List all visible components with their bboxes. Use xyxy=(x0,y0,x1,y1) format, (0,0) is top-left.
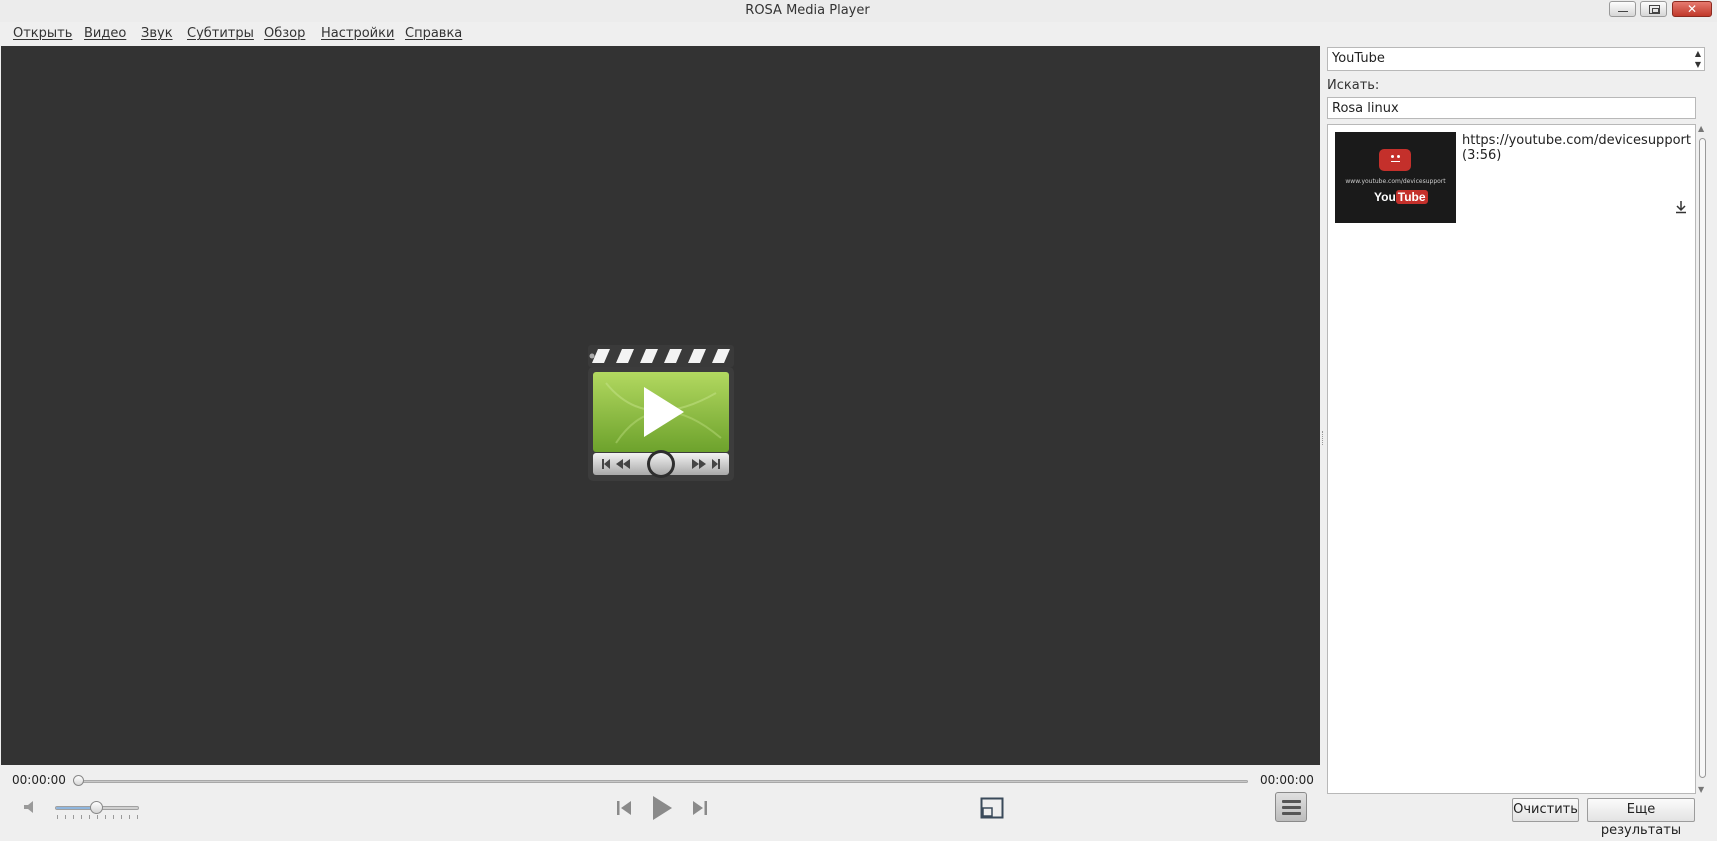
updown-arrows-icon: ▲ ▼ xyxy=(1694,49,1701,69)
menu-browse[interactable]: Обзор xyxy=(264,26,305,41)
menu-bar: Открыть Видео Звук Субтитры Обзор Настро… xyxy=(0,22,1717,46)
total-time: 00:00:00 xyxy=(1260,773,1314,787)
more-results-button[interactable]: Еще результаты xyxy=(1587,798,1695,838)
scroll-up-icon[interactable]: ▲ xyxy=(1698,124,1704,133)
volume-handle[interactable] xyxy=(90,801,103,814)
seek-bar[interactable] xyxy=(76,780,1248,783)
result-title[interactable]: https://youtube.com/devicesupport (3:56) xyxy=(1462,133,1691,163)
search-input[interactable] xyxy=(1327,97,1696,119)
seek-handle[interactable] xyxy=(73,775,84,786)
menu-help[interactable]: Справка xyxy=(405,26,462,41)
result-duration: (3:56) xyxy=(1462,148,1502,163)
maximize-icon xyxy=(1649,5,1660,14)
title-bar: ROSA Media Player ✕ xyxy=(0,0,1717,22)
download-icon[interactable] xyxy=(1675,200,1687,214)
results-list[interactable]: www.youtube.com/devicesupport You Tube ht… xyxy=(1327,124,1696,794)
menu-audio[interactable]: Звук xyxy=(141,26,173,41)
menu-subtitles[interactable]: Субтитры xyxy=(187,26,254,41)
current-time: 00:00:00 xyxy=(12,773,66,787)
close-icon: ✕ xyxy=(1686,2,1698,16)
clear-button[interactable]: Очистить xyxy=(1512,798,1579,822)
scroll-down-icon[interactable]: ▼ xyxy=(1698,785,1704,794)
source-select[interactable]: YouTube ▲ ▼ xyxy=(1327,47,1705,71)
result-thumbnail[interactable]: www.youtube.com/devicesupport You Tube xyxy=(1335,132,1456,223)
search-label: Искать: xyxy=(1327,78,1380,93)
splitter-grip-icon xyxy=(1322,431,1325,445)
scroll-thumb[interactable] xyxy=(1699,138,1706,778)
previous-icon[interactable] xyxy=(614,798,634,818)
menu-video[interactable]: Видео xyxy=(84,26,126,41)
video-area[interactable] xyxy=(1,46,1320,765)
play-icon[interactable] xyxy=(650,794,674,822)
minimize-icon xyxy=(1618,11,1628,12)
menu-settings[interactable]: Настройки xyxy=(321,26,394,41)
result-item[interactable]: www.youtube.com/devicesupport You Tube ht… xyxy=(1335,132,1691,224)
youtube-logo: You Tube xyxy=(1374,190,1428,204)
maximize-button[interactable] xyxy=(1640,1,1667,17)
panel-splitter[interactable] xyxy=(1320,46,1326,832)
youtube-sad-icon xyxy=(1379,149,1411,171)
window-title: ROSA Media Player xyxy=(745,3,870,18)
compact-mode-icon[interactable] xyxy=(980,797,1004,819)
player-logo-icon xyxy=(588,345,734,481)
speaker-icon[interactable] xyxy=(22,799,38,815)
results-scrollbar[interactable]: ▲ ▼ xyxy=(1697,124,1708,794)
minimize-button[interactable] xyxy=(1609,1,1636,17)
next-icon[interactable] xyxy=(690,798,710,818)
source-select-value: YouTube xyxy=(1332,51,1385,66)
volume-ticks xyxy=(57,815,139,819)
menu-open[interactable]: Открыть xyxy=(13,26,72,41)
thumbnail-url-text: www.youtube.com/devicesupport xyxy=(1345,178,1446,185)
result-url: https://youtube.com/devicesupport xyxy=(1462,133,1691,148)
close-button[interactable]: ✕ xyxy=(1672,1,1712,17)
playlist-toggle-button[interactable] xyxy=(1275,792,1307,822)
